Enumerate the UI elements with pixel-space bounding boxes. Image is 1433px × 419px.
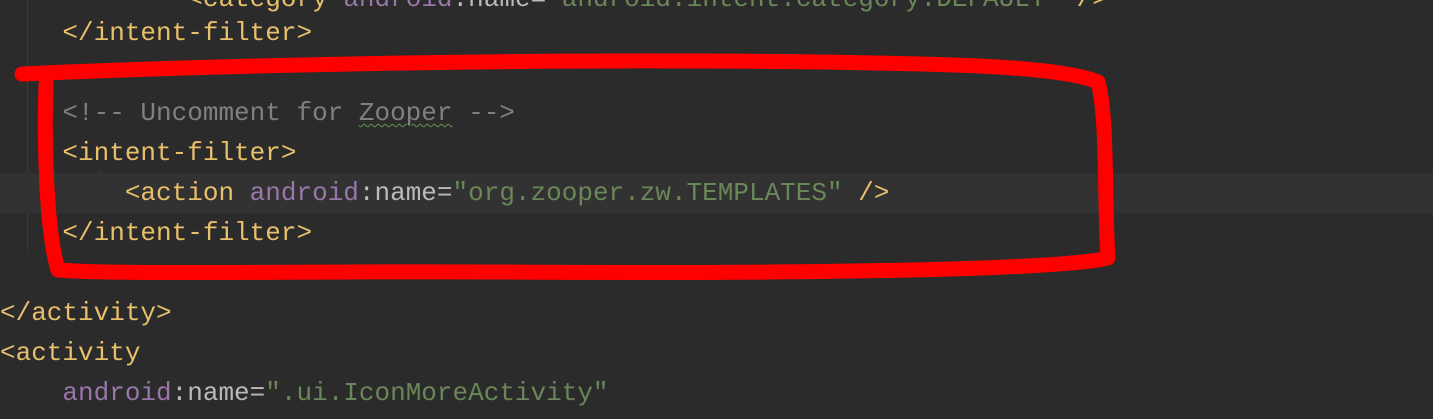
closing-intent-filter-tag: </intent-filter> [62, 218, 313, 248]
code-line-8[interactable]: android:name=".ui.IconMoreActivity" [0, 373, 1433, 413]
opening-activity-tag: <activity [0, 338, 141, 368]
code-line-1[interactable]: </intent-filter> [0, 13, 1433, 53]
spellcheck-word: Zooper [358, 98, 453, 128]
code-editor[interactable]: <category android:name="android.intent.c… [0, 0, 1433, 419]
closing-activity-tag: </activity> [0, 298, 172, 328]
closing-intent-filter-tag: </intent-filter> [62, 18, 313, 48]
code-line-2[interactable]: <!-- Uncomment for Zooper --> [0, 93, 1433, 133]
opening-intent-filter-tag: <intent-filter> [62, 138, 297, 168]
code-line-3[interactable]: <intent-filter> [0, 133, 1433, 173]
code-line-5[interactable]: </intent-filter> [0, 213, 1433, 253]
code-line-7[interactable]: <activity [0, 333, 1433, 373]
code-line-4-current[interactable]: <action android:name="org.zooper.zw.TEMP… [0, 173, 1433, 213]
code-line-6[interactable]: </activity> [0, 293, 1433, 333]
